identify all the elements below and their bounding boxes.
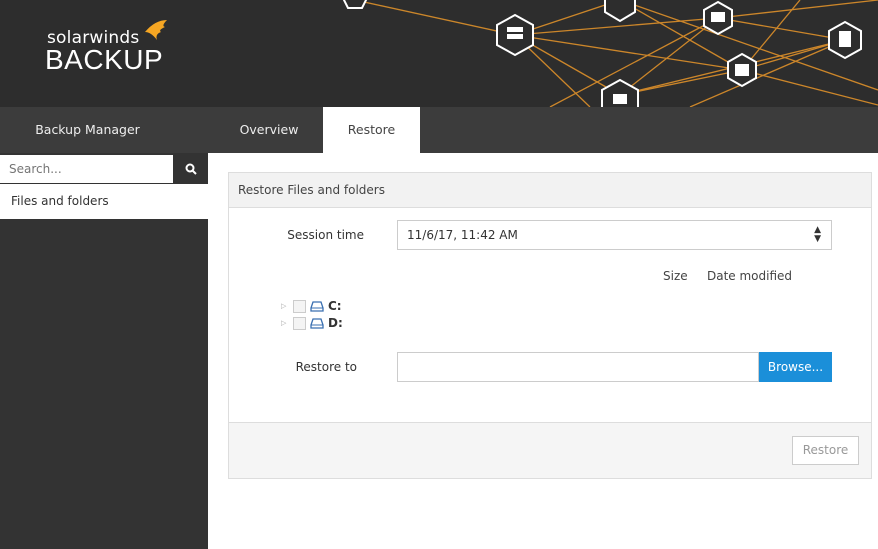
tree-item-d: ▷ D: — [281, 315, 343, 331]
app-header: solarwinds BACKUP — [0, 0, 878, 107]
tab-overview[interactable]: Overview — [225, 107, 313, 153]
sidebar-item-files-and-folders[interactable]: Files and folders — [0, 184, 208, 219]
tree-label[interactable]: D: — [328, 316, 343, 330]
column-date-modified: Date modified — [707, 269, 793, 283]
restore-button[interactable]: Restore — [792, 436, 859, 465]
checkbox[interactable] — [293, 316, 306, 330]
search-input[interactable] — [0, 155, 173, 183]
session-time-select[interactable]: 11/6/17, 11:42 AM ▲ ▼ — [397, 220, 832, 250]
select-arrows-icon: ▲ ▼ — [814, 225, 821, 244]
tab-backup-manager[interactable]: Backup Manager — [25, 107, 150, 153]
tree-item-c: ▷ C: — [281, 298, 342, 314]
search-button[interactable] — [173, 155, 208, 183]
drive-icon — [310, 300, 324, 312]
checkbox[interactable] — [293, 299, 306, 313]
drive-icon — [310, 317, 324, 329]
browse-button[interactable]: Browse... — [759, 352, 832, 382]
panel-footer: Restore — [229, 422, 871, 478]
panel-title: Restore Files and folders — [229, 173, 871, 208]
restore-to-label: Restore to — [295, 360, 357, 374]
column-size: Size — [663, 269, 688, 283]
sidebar: Files and folders — [0, 153, 208, 549]
expand-icon[interactable]: ▷ — [281, 302, 289, 310]
solarwinds-flame-icon — [145, 20, 167, 40]
expand-icon[interactable]: ▷ — [281, 319, 289, 327]
network-graphic — [342, 0, 878, 107]
top-nav: Backup Manager Overview Restore — [0, 107, 878, 153]
restore-to-input[interactable] — [397, 352, 759, 382]
restore-panel: Restore Files and folders Session time 1… — [228, 172, 872, 479]
session-time-label: Session time — [287, 228, 364, 242]
logo-backup: BACKUP — [45, 44, 164, 75]
session-time-value: 11/6/17, 11:42 AM — [407, 228, 518, 242]
tree-label[interactable]: C: — [328, 299, 342, 313]
search-icon — [185, 163, 197, 175]
tab-restore[interactable]: Restore — [323, 107, 420, 153]
